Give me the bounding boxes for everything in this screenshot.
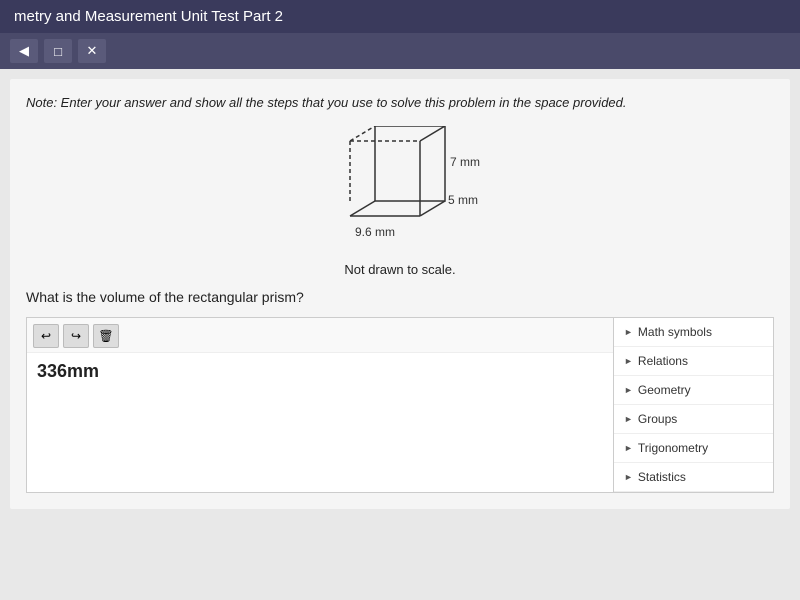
- question-text: What is the volume of the rectangular pr…: [26, 289, 774, 305]
- arrow-tool-button[interactable]: ◀: [10, 39, 38, 63]
- not-to-scale-text: Not drawn to scale.: [26, 262, 774, 277]
- main-content: Note: Enter your answer and show all the…: [10, 79, 790, 509]
- note-text: Note: Enter your answer and show all the…: [26, 95, 774, 110]
- chevron-right-icon: ►: [624, 414, 633, 424]
- title-bar: metry and Measurement Unit Test Part 2: [0, 0, 800, 33]
- sidebar-item-relations[interactable]: ► Relations: [614, 347, 773, 376]
- sidebar-item-math-symbols[interactable]: ► Math symbols: [614, 318, 773, 347]
- symbol-sidebar: ► Math symbols ► Relations ► Geometry ► …: [614, 317, 774, 493]
- chevron-right-icon: ►: [624, 443, 633, 453]
- chevron-right-icon: ►: [624, 472, 633, 482]
- diagram-area: 7 mm 5 mm 9.6 mm: [26, 126, 774, 256]
- sidebar-label-statistics: Statistics: [638, 470, 686, 484]
- content-with-sidebar: ↩ ↪ 🗑 336mm ► Math symbols ► Relations ►…: [26, 317, 774, 493]
- sidebar-item-groups[interactable]: ► Groups: [614, 405, 773, 434]
- dim-height-label: 7 mm: [450, 155, 480, 169]
- sidebar-label-trigonometry: Trigonometry: [638, 441, 708, 455]
- chevron-right-icon: ►: [624, 327, 633, 337]
- sidebar-item-geometry[interactable]: ► Geometry: [614, 376, 773, 405]
- dim-width-label: 9.6 mm: [355, 225, 395, 239]
- chevron-right-icon: ►: [624, 356, 633, 366]
- undo-button[interactable]: ↩: [33, 324, 59, 348]
- page-title: metry and Measurement Unit Test Part 2: [14, 8, 283, 25]
- diagram-container: 7 mm 5 mm 9.6 mm: [300, 126, 500, 256]
- sidebar-item-statistics[interactable]: ► Statistics: [614, 463, 773, 492]
- dim-depth-label: 5 mm: [448, 193, 478, 207]
- close-tool-button[interactable]: ✕: [78, 39, 106, 63]
- copy-tool-button[interactable]: □: [44, 39, 72, 63]
- answer-input[interactable]: 336mm: [27, 353, 613, 413]
- sidebar-label-math-symbols: Math symbols: [638, 325, 712, 339]
- answer-toolbar: ↩ ↪ 🗑: [27, 318, 613, 353]
- sidebar-label-groups: Groups: [638, 412, 677, 426]
- answer-section: ↩ ↪ 🗑 336mm: [26, 317, 614, 493]
- sidebar-label-relations: Relations: [638, 354, 688, 368]
- sidebar-item-trigonometry[interactable]: ► Trigonometry: [614, 434, 773, 463]
- chevron-right-icon: ►: [624, 385, 633, 395]
- sidebar-label-geometry: Geometry: [638, 383, 691, 397]
- delete-button[interactable]: 🗑: [93, 324, 119, 348]
- redo-button[interactable]: ↪: [63, 324, 89, 348]
- prism-diagram: 7 mm 5 mm 9.6 mm: [300, 126, 500, 256]
- toolbar: ◀ □ ✕: [0, 33, 800, 69]
